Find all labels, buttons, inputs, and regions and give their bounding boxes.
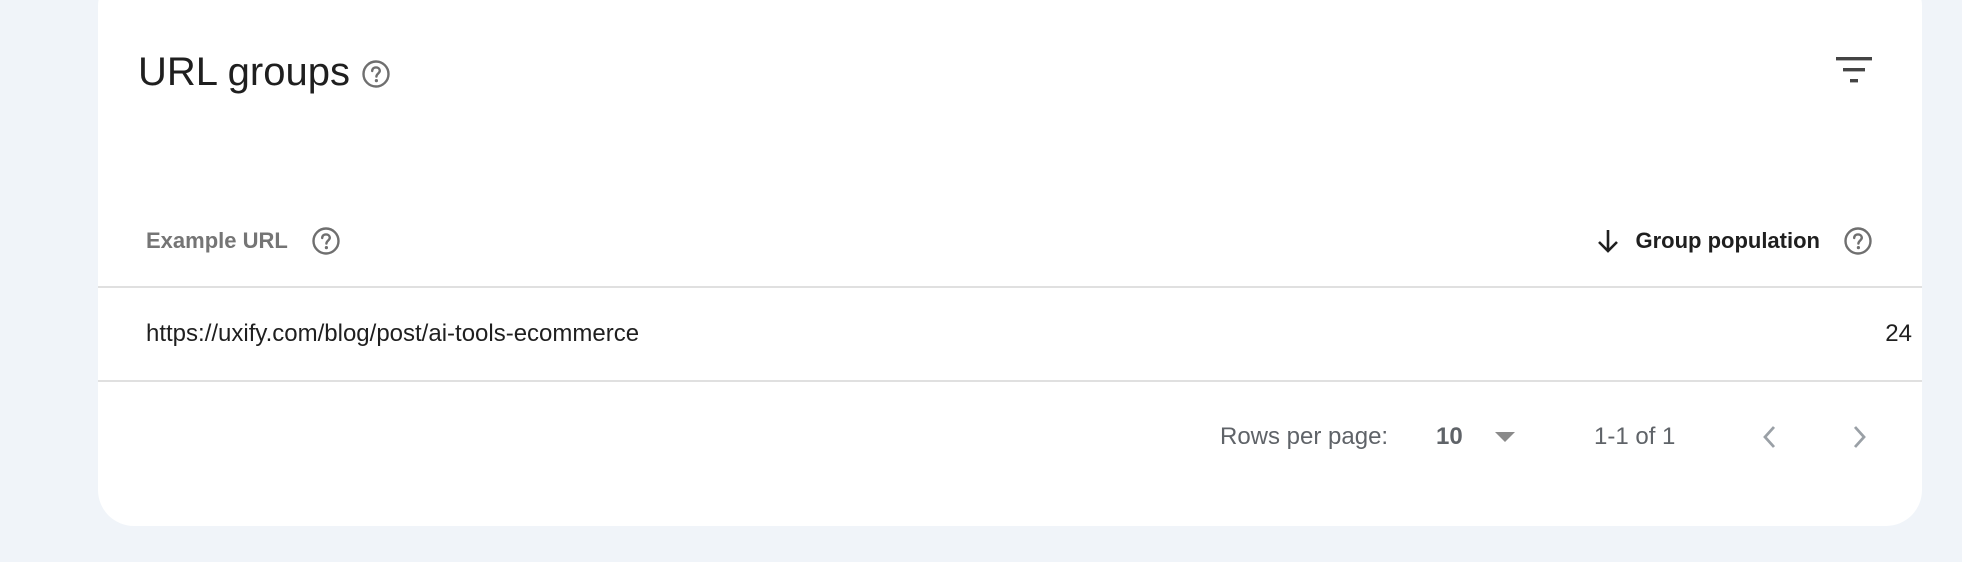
- example-url-cell[interactable]: https://uxify.com/blog/post/ai-tools-eco…: [146, 288, 639, 380]
- page-title: URL groups: [138, 50, 350, 94]
- filter-button[interactable]: [1830, 50, 1878, 90]
- column-label: Group population: [1635, 228, 1820, 253]
- page-range: 1-1 of 1: [1594, 423, 1676, 450]
- column-header-example-url[interactable]: Example URL: [146, 196, 342, 286]
- rows-per-page-select[interactable]: 10: [1436, 410, 1532, 464]
- arrow-down-icon: [1598, 230, 1619, 253]
- caret-down-icon: [1494, 432, 1515, 442]
- chevron-left-icon: [1763, 426, 1776, 448]
- column-label: Example URL: [146, 228, 288, 253]
- chevron-right-icon: [1853, 426, 1866, 448]
- next-page-button[interactable]: [1835, 413, 1883, 461]
- help-circle-icon[interactable]: [1842, 225, 1874, 257]
- rows-per-page-label: Rows per page:: [1220, 423, 1389, 450]
- help-circle-icon[interactable]: [310, 225, 342, 257]
- url-groups-card: URL groups Example URL Group population …: [98, 0, 1922, 526]
- table-row[interactable]: https://uxify.com/blog/post/ai-tools-eco…: [98, 288, 1922, 382]
- help-circle-icon[interactable]: [360, 58, 392, 90]
- rows-per-page-value: 10: [1436, 423, 1463, 450]
- card-header: URL groups: [98, 0, 1922, 170]
- pagination: Rows per page: 10 1-1 of 1: [98, 382, 1922, 492]
- column-header-group-population[interactable]: Group population: [1593, 196, 1874, 286]
- filter-list-icon: [1836, 57, 1872, 83]
- table-header: Example URL Group population: [98, 196, 1922, 288]
- group-population-cell: 24: [1885, 320, 1912, 347]
- previous-page-button[interactable]: [1746, 413, 1794, 461]
